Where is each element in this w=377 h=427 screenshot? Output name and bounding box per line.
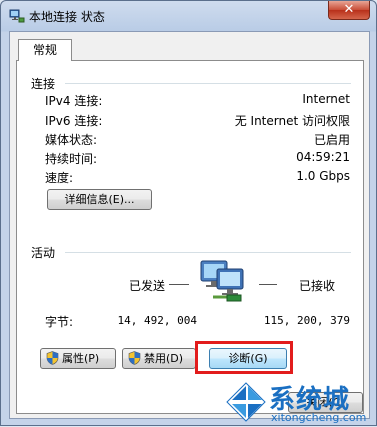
ipv4-value: Internet [302,92,350,106]
connection-group-divider [65,83,351,84]
watermark-logo-icon [226,382,266,422]
dialog-client-area: 常规 连接 IPv4 连接: Internet IPv6 连接: 无 Inter… [9,31,370,419]
properties-button-label: 属性(P) [62,352,100,365]
ipv6-value: 无 Internet 访问权限 [234,114,350,128]
activity-group-divider [65,252,351,253]
bytes-label: 字节: [45,315,74,329]
activity-group-label: 活动 [31,246,56,260]
speed-value: 1.0 Gbps [296,169,350,183]
uac-shield-icon [46,351,59,365]
connection-group-label: 连接 [31,77,56,91]
bytes-received-value: 115, 200, 379 [263,314,350,327]
details-button[interactable]: 详细信息(E)... [47,189,152,210]
bytes-sent-value: 14, 492, 004 [117,314,197,327]
disable-button[interactable]: 禁用(D) [122,348,196,369]
window-title: 本地连接 状态 [29,10,105,24]
duration-label: 持续时间: [45,152,98,166]
tab-general[interactable]: 常规 [18,39,72,61]
received-line [259,284,277,285]
ipv6-label: IPv6 连接: [45,114,103,128]
title-bar[interactable]: 本地连接 状态 ✕ [1,1,377,31]
close-window-button[interactable]: ✕ [328,1,370,20]
ipv4-label: IPv4 连接: [45,94,103,108]
media-state-value: 已启用 [313,133,350,147]
status-dialog: 本地连接 状态 ✕ 常规 连接 IPv4 连接: Internet IPv6 连… [0,0,377,426]
speed-label: 速度: [45,171,74,185]
network-activity-icon [200,260,244,302]
duration-value: 04:59:21 [296,150,350,164]
uac-shield-icon [128,351,141,365]
sent-line [169,284,189,285]
sent-label: 已发送 [129,279,166,293]
watermark-url: xitongcheng.com [271,411,367,424]
network-connection-icon [9,9,25,23]
media-state-label: 媒体状态: [45,133,98,147]
disable-button-label: 禁用(D) [144,352,184,365]
tab-panel-general: 连接 IPv4 连接: Internet IPv6 连接: 无 Internet… [16,60,364,414]
diagnose-highlight-annotation [195,341,293,374]
properties-button[interactable]: 属性(P) [40,348,116,369]
site-watermark: 系统城 xitongcheng.com [223,379,377,427]
received-label: 已接收 [299,279,336,293]
